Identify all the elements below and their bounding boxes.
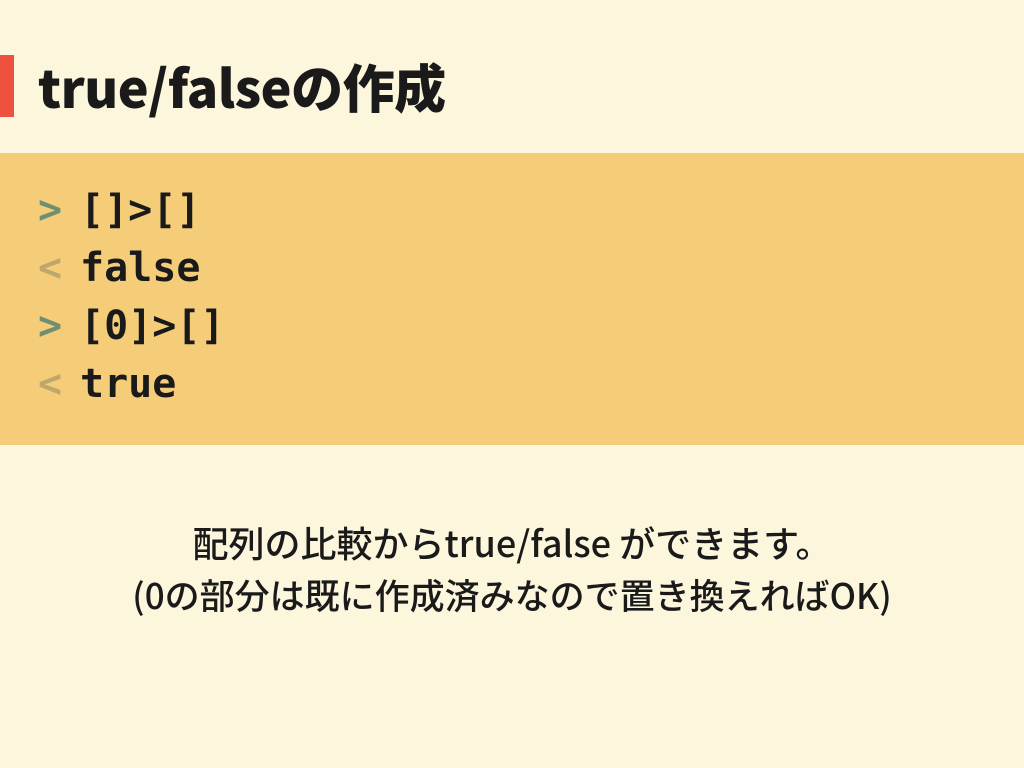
- code-input: []>[]: [80, 181, 200, 239]
- prompt-in-icon: >: [38, 297, 80, 355]
- prompt-out-icon: <: [38, 355, 80, 413]
- caption-line: 配列の比較からtrue/false ができます。: [0, 515, 1024, 569]
- code-output: true: [80, 355, 176, 413]
- code-line: > []>[]: [38, 181, 986, 239]
- code-input: [0]>[]: [80, 297, 225, 355]
- caption-line: (0の部分は既に作成済みなので置き換えればOK): [0, 569, 1024, 622]
- page-title: true/falseの作成: [0, 55, 1024, 117]
- code-block: > []>[] < false > [0]>[] < true: [0, 153, 1024, 445]
- code-line: < true: [38, 355, 986, 413]
- code-line: > [0]>[]: [38, 297, 986, 355]
- code-output: false: [80, 239, 200, 297]
- title-section: true/falseの作成: [0, 0, 1024, 153]
- prompt-out-icon: <: [38, 239, 80, 297]
- code-line: < false: [38, 239, 986, 297]
- footer-caption: 配列の比較からtrue/false ができます。 (0の部分は既に作成済みなので…: [0, 445, 1024, 622]
- prompt-in-icon: >: [38, 181, 80, 239]
